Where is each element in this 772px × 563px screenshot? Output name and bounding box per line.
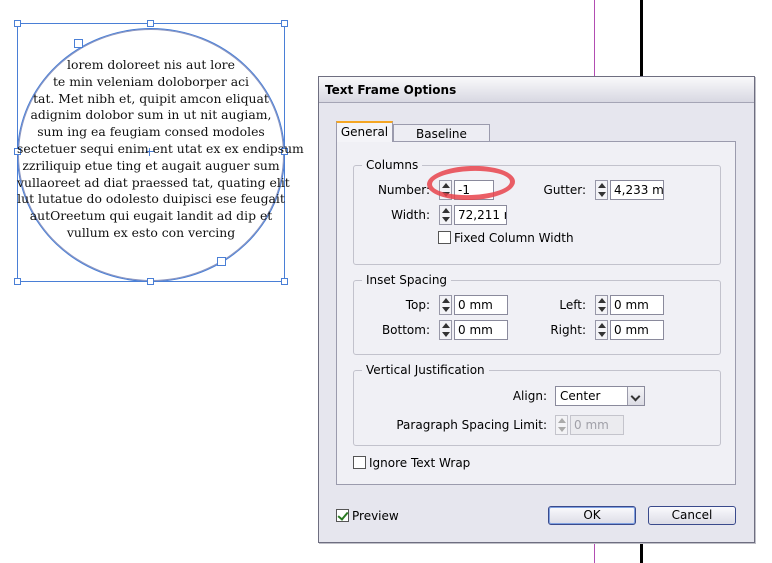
- text-line: vullaoreet ad diat praessed tat, quating…: [17, 174, 290, 190]
- fixed-column-width-checkbox[interactable]: [438, 231, 451, 244]
- right-stepper[interactable]: [595, 320, 608, 340]
- frame-text-content[interactable]: lorem doloreet nis aut lore te min velen…: [17, 57, 304, 242]
- fixed-column-width-label[interactable]: Fixed Column Width: [454, 230, 574, 246]
- chevron-down-icon[interactable]: [627, 387, 644, 405]
- paragraph-spacing-stepper: [555, 415, 568, 435]
- resize-handle-bottom-right[interactable]: [281, 278, 288, 285]
- right-input[interactable]: 0 mm: [610, 320, 664, 340]
- text-line: lorem doloreet nis aut lore: [67, 57, 235, 72]
- align-select[interactable]: Center: [555, 386, 645, 406]
- gutter-label: Gutter:: [543, 183, 586, 197]
- text-line: adignim dolobor sum in ut nit augiam,: [30, 107, 272, 123]
- text-line: sectetuer sequi enim ent utat ex ex endi…: [17, 140, 304, 156]
- bottom-input[interactable]: 0 mm: [454, 320, 508, 340]
- preview-label[interactable]: Preview: [352, 508, 399, 524]
- text-line: te min veleniam doloborper aci: [52, 73, 250, 89]
- text-line: sum ing ea feugiam consed modoles: [37, 124, 265, 140]
- text-line: vullum ex esto con vercing: [66, 224, 236, 240]
- tab-baseline-options[interactable]: Baseline Options: [393, 124, 490, 159]
- text-line: autOreetum qui eugait landit ad dip et: [29, 208, 273, 224]
- left-label: Left:: [559, 298, 586, 312]
- columns-group-title: Columns: [362, 157, 423, 173]
- text-frame-options-dialog: Text Frame Options General Baseline Opti…: [318, 76, 755, 543]
- resize-handle-bottom[interactable]: [147, 278, 154, 285]
- width-stepper[interactable]: [439, 205, 452, 225]
- left-stepper[interactable]: [595, 295, 608, 315]
- resize-handle-top[interactable]: [147, 20, 154, 27]
- right-label: Right:: [550, 323, 586, 337]
- top-stepper[interactable]: [439, 295, 452, 315]
- paragraph-spacing-input: 0 mm: [570, 415, 624, 435]
- text-line: tat. Met nibh et, quipit amcon eliquat: [33, 90, 269, 106]
- gutter-input[interactable]: 4,233 mm: [610, 180, 664, 200]
- ignore-text-wrap-label[interactable]: Ignore Text Wrap: [369, 455, 470, 471]
- general-tab-panel: Columns Number: -1 Gutter: 4,233 mm Widt…: [336, 141, 736, 485]
- align-label: Align:: [512, 389, 547, 403]
- text-line: lut lutatue do odolesto duipisci ese feu…: [17, 191, 285, 207]
- resize-handle-top-right[interactable]: [281, 20, 288, 27]
- vertical-justification-group-title: Vertical Justification: [362, 362, 489, 378]
- bottom-label: Bottom:: [381, 323, 430, 337]
- bottom-stepper[interactable]: [439, 320, 452, 340]
- width-label: Width:: [391, 208, 430, 222]
- dialog-title[interactable]: Text Frame Options: [319, 77, 754, 103]
- tab-general[interactable]: General: [336, 121, 393, 142]
- in-port-handle[interactable]: [74, 39, 83, 48]
- top-input[interactable]: 0 mm: [454, 295, 508, 315]
- inset-spacing-group: Inset Spacing: [353, 272, 721, 355]
- resize-handle-bottom-left[interactable]: [14, 278, 21, 285]
- ok-button[interactable]: OK: [548, 506, 636, 525]
- resize-handle-top-left[interactable]: [14, 20, 21, 27]
- preview-checkbox[interactable]: [336, 509, 349, 522]
- vertical-justification-group: Vertical Justification: [353, 362, 721, 446]
- text-line: zzriliquip etue ting et augait auguer su…: [22, 157, 280, 173]
- number-label: Number:: [377, 183, 430, 197]
- out-port-handle[interactable]: [217, 257, 226, 266]
- gutter-stepper[interactable]: [595, 180, 608, 200]
- paragraph-spacing-limit-label: Paragraph Spacing Limit:: [396, 418, 547, 432]
- align-select-value: Center: [560, 389, 601, 403]
- top-label: Top:: [405, 298, 430, 312]
- cancel-button[interactable]: Cancel: [648, 506, 736, 525]
- width-input[interactable]: 72,211 mm: [454, 205, 507, 225]
- left-input[interactable]: 0 mm: [610, 295, 664, 315]
- ignore-text-wrap-checkbox[interactable]: [353, 456, 366, 469]
- inset-spacing-group-title: Inset Spacing: [362, 272, 452, 288]
